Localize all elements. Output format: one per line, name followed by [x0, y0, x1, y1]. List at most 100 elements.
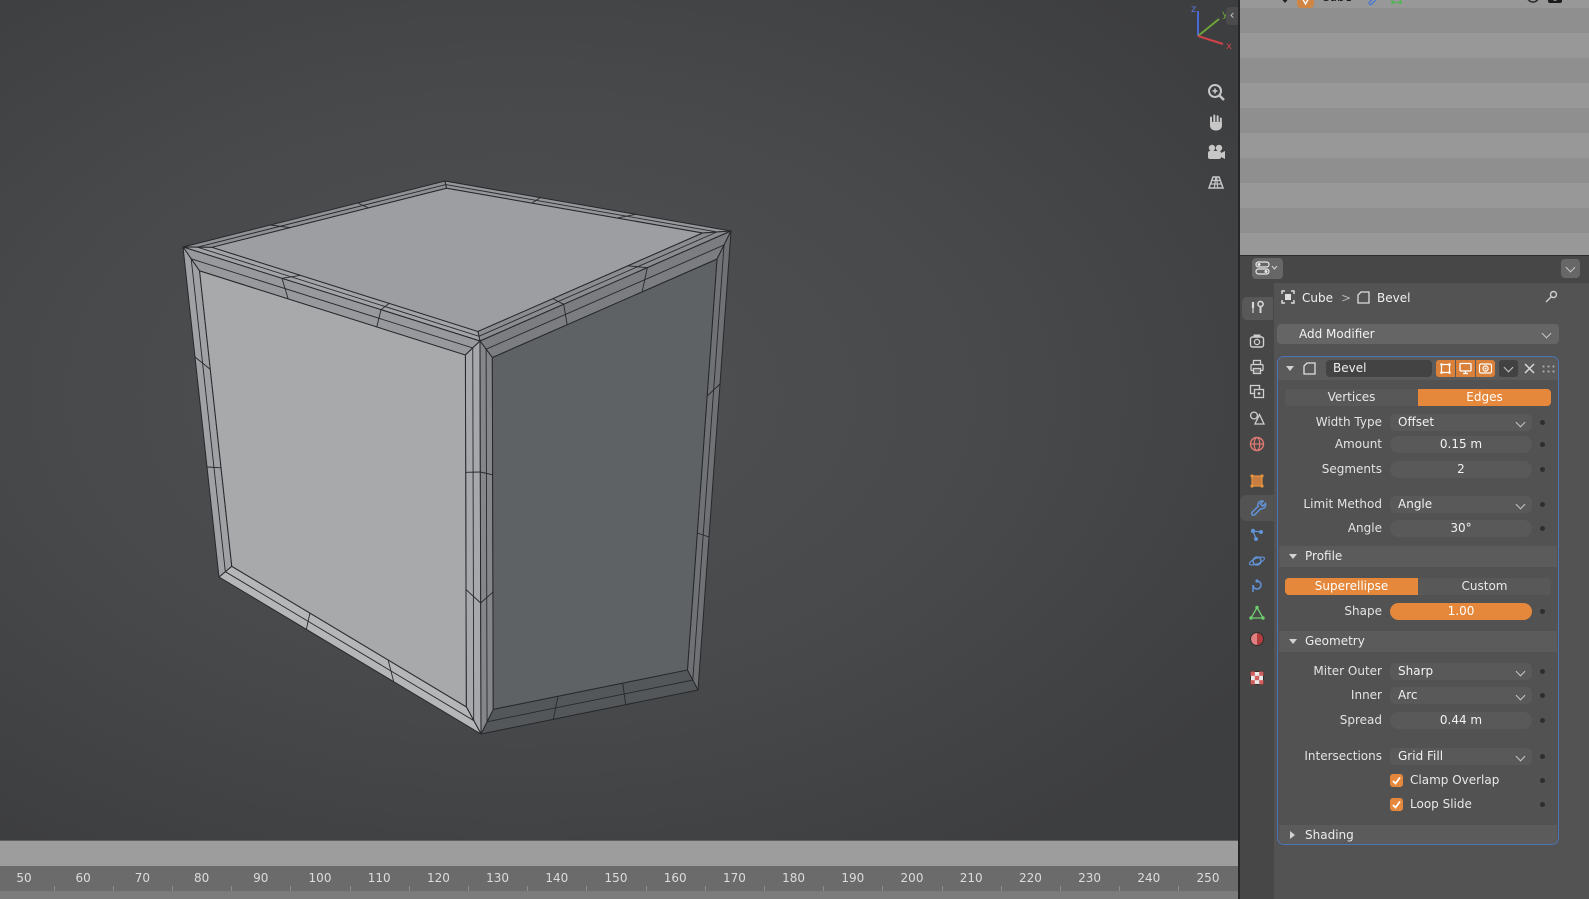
limit-method-dropdown[interactable]: Angle: [1390, 496, 1532, 513]
tab-tool[interactable]: [1248, 299, 1266, 317]
tab-scene[interactable]: [1248, 409, 1266, 427]
animate-dot[interactable]: [1540, 718, 1545, 723]
tab-object-data[interactable]: [1248, 604, 1266, 622]
ruler-frame-label: 90: [253, 871, 269, 885]
intersections-dropdown[interactable]: Grid Fill: [1390, 748, 1532, 765]
ruler-frame-label: 220: [1018, 871, 1042, 885]
miter-inner-dropdown[interactable]: Arc: [1390, 687, 1532, 704]
limit-method-label: Limit Method: [1303, 497, 1382, 511]
ruler-frame-label: 120: [426, 871, 450, 885]
animate-dot[interactable]: [1540, 778, 1545, 783]
hide-eye-icon[interactable]: [1525, 0, 1541, 9]
amount-field[interactable]: 0.15 m: [1390, 436, 1532, 453]
angle-field[interactable]: 30°: [1390, 520, 1532, 537]
width-type-dropdown[interactable]: Offset: [1390, 414, 1532, 431]
animate-dot[interactable]: [1540, 526, 1545, 531]
realtime-display-toggle[interactable]: [1456, 360, 1475, 377]
custom-button[interactable]: Custom: [1418, 578, 1551, 595]
shape-slider[interactable]: 1.00: [1390, 603, 1532, 620]
tab-material[interactable]: [1248, 630, 1266, 648]
disclosure-triangle-icon[interactable]: [1280, 0, 1290, 3]
tab-render[interactable]: [1248, 332, 1266, 350]
geometry-section-header[interactable]: Geometry: [1279, 631, 1557, 652]
modifier-extras-button[interactable]: [1499, 360, 1518, 377]
timeline-ruler[interactable]: 50 60 70 80 90 100 110 120 130 140 150 160 170 180 190…: [0, 866, 1238, 891]
edit-mode-toggle[interactable]: [1436, 360, 1455, 377]
tab-modifiers[interactable]: [1248, 499, 1267, 517]
add-modifier-button[interactable]: Add Modifier: [1277, 324, 1559, 344]
expand-caret-icon[interactable]: [1286, 366, 1294, 371]
timeline-scrollbar[interactable]: [0, 891, 1238, 899]
breadcrumb-object[interactable]: Cube: [1302, 291, 1333, 305]
breadcrumb-modifier[interactable]: Bevel: [1377, 291, 1410, 305]
tab-view-layer[interactable]: [1248, 383, 1266, 401]
modifier-name-field[interactable]: Bevel: [1326, 360, 1432, 377]
ruler-frame-label: 150: [604, 871, 628, 885]
pan-hand-icon[interactable]: [1205, 111, 1229, 135]
perspective-grid-icon[interactable]: [1204, 170, 1228, 194]
outliner-item-label[interactable]: Cube: [1321, 0, 1352, 4]
width-type-label: Width Type: [1315, 415, 1382, 429]
angle-label: Angle: [1347, 521, 1382, 535]
editor-type-button[interactable]: [1252, 258, 1283, 279]
intersections-label: Intersections: [1304, 749, 1382, 763]
breadcrumb-bevel-icon: [1356, 290, 1371, 308]
ruler-frame-label: 240: [1137, 871, 1161, 885]
pin-icon[interactable]: [1543, 289, 1559, 308]
render-toggle[interactable]: [1476, 360, 1495, 377]
tab-physics[interactable]: [1248, 552, 1266, 570]
zoom-icon[interactable]: [1205, 81, 1229, 105]
delete-modifier-icon[interactable]: [1524, 363, 1535, 374]
tab-constraints[interactable]: [1248, 578, 1266, 596]
animate-dot[interactable]: [1540, 609, 1545, 614]
outliner-panel[interactable]: Cube: [1240, 0, 1589, 255]
loop-slide-checkbox[interactable]: [1390, 798, 1403, 811]
breadcrumb-object-icon: [1280, 289, 1296, 308]
miter-inner-label: Inner: [1350, 688, 1382, 702]
animate-dot[interactable]: [1540, 802, 1545, 807]
tab-output[interactable]: [1248, 358, 1266, 376]
3d-viewport[interactable]: z y x ‹: [0, 0, 1238, 840]
tab-object[interactable]: [1248, 472, 1266, 490]
ruler-frame-label: 170: [722, 871, 746, 885]
ruler-frame-label: 230: [1078, 871, 1102, 885]
axis-gizmo[interactable]: z y x: [1180, 2, 1232, 52]
blender-window: z y x ‹ Cube > Bevel Add Modifier Bevel …: [0, 0, 1589, 899]
panel-collapse-arrow[interactable]: ‹: [1226, 7, 1238, 25]
animate-dot[interactable]: [1540, 502, 1545, 507]
animate-dot[interactable]: [1540, 442, 1545, 447]
segments-field[interactable]: 2: [1390, 461, 1532, 478]
affect-edges-button[interactable]: Edges: [1418, 389, 1551, 406]
vertex-group-icon[interactable]: [1389, 0, 1404, 9]
ruler-frame-label: 180: [782, 871, 806, 885]
clamp-overlap-checkbox[interactable]: [1390, 774, 1403, 787]
affect-segmented-control: Vertices Edges: [1285, 389, 1551, 406]
camera-view-icon[interactable]: [1204, 141, 1228, 165]
ruler-frame-label: 50: [16, 871, 32, 885]
beveled-cube-mesh: [182, 180, 732, 735]
ruler-frame-label: 70: [134, 871, 151, 885]
tab-texture[interactable]: [1248, 669, 1266, 687]
superellipse-button[interactable]: Superellipse: [1285, 578, 1418, 595]
animate-dot[interactable]: [1540, 669, 1545, 674]
miter-outer-dropdown[interactable]: Sharp: [1390, 663, 1532, 680]
ruler-frame-label: 200: [900, 871, 924, 885]
animate-dot[interactable]: [1540, 467, 1545, 472]
miter-outer-label: Miter Outer: [1313, 664, 1382, 678]
spread-field[interactable]: 0.44 m: [1390, 712, 1532, 729]
filter-dropdown-button[interactable]: [1561, 259, 1580, 278]
tab-particles[interactable]: [1248, 526, 1266, 544]
caret-down-icon: [1289, 639, 1297, 644]
drag-handle-dots-icon[interactable]: [1541, 364, 1555, 373]
animate-dot[interactable]: [1540, 420, 1545, 425]
profile-type-segmented-control: Superellipse Custom: [1285, 578, 1551, 595]
tab-world[interactable]: [1248, 435, 1266, 453]
shading-section-header[interactable]: Shading: [1279, 825, 1557, 844]
affect-vertices-button[interactable]: Vertices: [1285, 389, 1418, 406]
modifier-wrench-icon[interactable]: [1366, 0, 1381, 9]
profile-section-header[interactable]: Profile: [1279, 546, 1557, 567]
animate-dot[interactable]: [1540, 754, 1545, 759]
disable-render-camera-icon[interactable]: [1548, 0, 1564, 7]
axis-z-label: z: [1191, 4, 1196, 15]
animate-dot[interactable]: [1540, 693, 1545, 698]
